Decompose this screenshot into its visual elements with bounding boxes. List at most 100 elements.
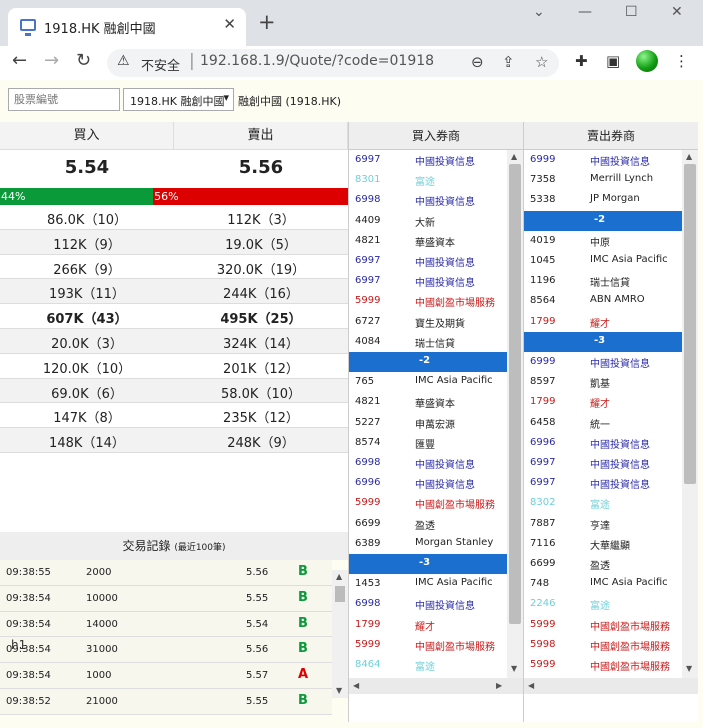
tab-search-icon[interactable]: ⌄ [533, 4, 545, 20]
trade-quantity: 14000 [86, 618, 118, 630]
broker-row: 5999 中國創盈市場服務 [524, 655, 682, 675]
trade-log-title-text: 交易記錄 [122, 539, 171, 553]
broker-row: 5338 JP Morgan [524, 190, 682, 210]
warning-icon[interactable]: ⚠ [117, 53, 130, 69]
broker-code: 6999 [530, 356, 556, 367]
trade-quantity: 1000 [86, 670, 112, 682]
broker-name: 亨達 [590, 520, 610, 532]
broker-row: 1045 IMC Asia Pacific [524, 251, 682, 271]
broker-code: 5999 [530, 618, 556, 630]
sell-brokers-scrollbar[interactable]: ▲ ▼ [682, 150, 698, 678]
broker-name: 中國創盈市場服務 [590, 641, 670, 653]
trade-log: 交易記錄 (最近100筆) 09:38:55 2000 5.56 B 09:38:54 1… [0, 532, 348, 728]
extensions-icon[interactable]: ✚ [575, 52, 588, 70]
scroll-right-icon[interactable]: ▶ [496, 681, 502, 690]
trade-price: 5.56 [246, 567, 269, 578]
broker-row: 5998 中國創盈市場服務 [524, 635, 682, 655]
url-text[interactable]: 192.168.1.9/Quote/?code=01918 [200, 53, 434, 69]
reload-button[interactable]: ↻ [76, 50, 91, 71]
broker-name: JP Morgan [590, 193, 640, 205]
broker-code: 6389 [355, 537, 381, 549]
broker-name: -3 [594, 334, 606, 346]
menu-icon[interactable]: ⋮ [674, 52, 689, 70]
trade-log-title: 交易記錄 (最近100筆) [0, 532, 348, 560]
buy-brokers-hscrollbar[interactable]: ◀ ▶ [349, 678, 523, 694]
bid-ask-ratio-bar: 44% 56% [0, 188, 348, 205]
scroll-up-icon[interactable]: ▲ [336, 572, 342, 581]
buy-brokers-scrollbar[interactable]: ▲ ▼ [507, 150, 523, 678]
broker-code: 6998 [355, 194, 381, 206]
broker-row: 2246 富途 [524, 594, 682, 614]
order-level-row: 607K（43） 495K（25） [0, 304, 348, 329]
bookmark-star-icon[interactable]: ☆ [535, 53, 548, 71]
trade-price: 5.55 [246, 696, 269, 707]
scroll-thumb[interactable] [684, 164, 696, 484]
ask-header: 賣出 [174, 122, 348, 150]
broker-row: 6998 中國投資信息 [349, 190, 507, 210]
broker-code: 6727 [355, 315, 381, 327]
order-level-row: 148K（14） 248K（9） [0, 428, 348, 453]
broker-code: 7887 [530, 517, 556, 529]
broker-name: 中國投資信息 [415, 157, 475, 168]
new-tab-button[interactable]: + [258, 11, 276, 33]
bid-volume: 607K（43） [46, 312, 128, 328]
broker-name: 中國投資信息 [590, 480, 650, 492]
broker-code: 8574 [355, 436, 381, 448]
broker-code: 6998 [355, 457, 381, 468]
stock-select-value: 1918.HK 融創中國 [130, 95, 225, 108]
broker-code: 6996 [355, 477, 381, 489]
address-bar[interactable]: ⚠ 不安全 | 192.168.1.9/Quote/?code=01918 ⊖ … [107, 49, 559, 77]
window-close-button[interactable]: ✕ [671, 4, 683, 20]
scroll-up-icon[interactable]: ▲ [686, 152, 692, 161]
scroll-down-icon[interactable]: ▼ [511, 664, 517, 673]
bid-volume: 266K（9） [53, 262, 121, 278]
trade-time: 09:38:54 [6, 670, 51, 682]
broker-name: ABN AMRO [590, 294, 645, 306]
stock-select[interactable]: 1918.HK 融創中國 ▾ [123, 88, 234, 111]
broker-name: 中國創盈市場服務 [415, 298, 495, 310]
broker-row: 748 IMC Asia Pacific [524, 574, 682, 594]
back-button[interactable]: ← [12, 50, 27, 71]
broker-row: 6997 中國投資信息 [349, 271, 507, 291]
side-panel-icon[interactable]: ▣ [606, 52, 620, 70]
broker-code: 1045 [530, 255, 556, 266]
scroll-left-icon[interactable]: ◀ [528, 681, 534, 690]
stock-code-input[interactable] [8, 88, 120, 111]
broker-row: 7116 大華繼顯 [524, 534, 682, 554]
scroll-down-icon[interactable]: ▼ [336, 686, 342, 695]
scroll-up-icon[interactable]: ▲ [511, 152, 517, 161]
tab-close-icon[interactable]: ✕ [223, 15, 236, 33]
browser-tab[interactable]: 1918.HK 融創中國 ✕ [8, 8, 246, 46]
broker-name: 富途 [415, 662, 435, 673]
zoom-icon[interactable]: ⊖ [471, 53, 484, 71]
broker-code: 8464 [355, 659, 381, 670]
broker-row: 6997 中國投資信息 [524, 453, 682, 473]
profile-avatar[interactable] [636, 50, 658, 72]
broker-row: 6997 中國投資信息 [349, 251, 507, 271]
broker-code: 8597 [530, 376, 556, 388]
buy-brokers-panel: 買入券商 6997 中國投資信息 8301 富途 6998 中國投資信息 4409 大新 482… [348, 122, 523, 722]
broker-row: 765 IMC Asia Pacific [349, 372, 507, 392]
trade-side: B [298, 641, 308, 657]
broker-code: 748 [530, 578, 550, 590]
minimize-button[interactable]: — [578, 4, 592, 20]
trade-quantity: 21000 [86, 696, 118, 707]
trade-log-scrollbar[interactable]: ▲ ▼ [332, 570, 348, 698]
broker-row: 4821 華盛資本 [349, 231, 507, 251]
scroll-left-icon[interactable]: ◀ [353, 681, 359, 690]
share-icon[interactable]: ⇪ [502, 53, 515, 71]
broker-name: 申萬宏源 [415, 419, 455, 431]
broker-name: 華盛資本 [415, 399, 455, 411]
maximize-button[interactable]: ☐ [625, 4, 638, 20]
order-level-row: 86.0K（10） 112K（3） [0, 205, 348, 230]
scroll-thumb[interactable] [335, 586, 345, 602]
broker-name: 瑞士信貸 [590, 278, 630, 290]
trade-time: 09:38:55 [6, 567, 51, 578]
broker-name: 中國投資信息 [590, 157, 650, 168]
forward-button[interactable]: → [44, 50, 59, 71]
sell-brokers-hscrollbar[interactable]: ◀ [524, 678, 698, 694]
broker-name: 寶生及期貨 [415, 318, 465, 330]
broker-name: 中國投資信息 [590, 439, 650, 451]
scroll-thumb[interactable] [509, 164, 521, 624]
scroll-down-icon[interactable]: ▼ [686, 664, 692, 673]
